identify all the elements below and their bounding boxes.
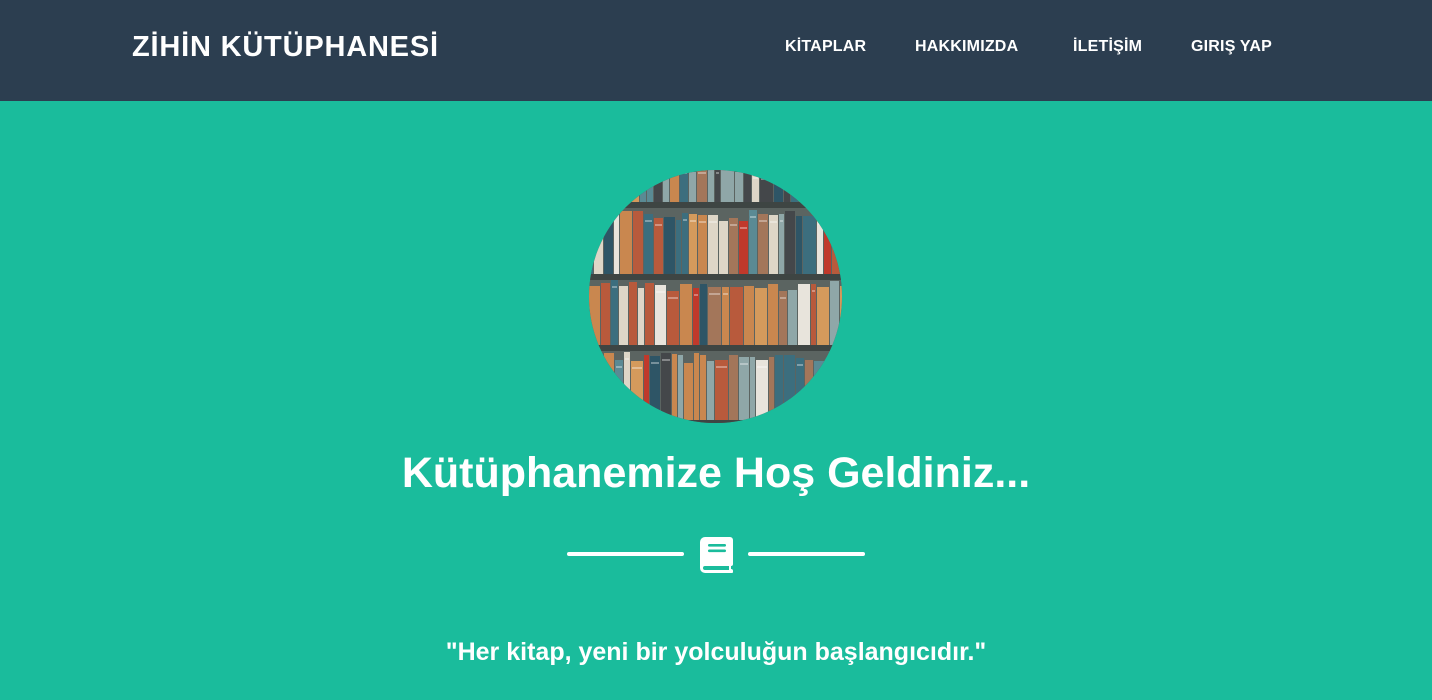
- quote-text: "Her kitap, yeni bir yolculuğun başlangı…: [445, 638, 987, 666]
- bookshelf-avatar-image: [589, 170, 842, 423]
- book-icon: [700, 537, 733, 573]
- divider-line-right: [748, 552, 865, 556]
- bookshelf-illustration: [589, 170, 842, 423]
- nav-link-iletisim[interactable]: İLETİŞİM: [1073, 36, 1142, 58]
- welcome-heading: Kütüphanemize Hoş Geldiniz...: [401, 449, 1031, 497]
- nav-link-giris-yap[interactable]: GIRIŞ YAP: [1191, 36, 1272, 58]
- nav-link-hakkimizda[interactable]: HAKKIMIZDA: [915, 36, 1018, 58]
- nav-link-kitaplar[interactable]: KİTAPLAR: [785, 36, 866, 58]
- divider-line-left: [567, 552, 684, 556]
- nav-links: KİTAPLAR HAKKIMIZDA İLETİŞİM GIRIŞ YAP: [0, 36, 1432, 60]
- masthead: Kütüphanemize Hoş Geldiniz... "Her kitap…: [0, 101, 1432, 700]
- navbar: ZİHİN KÜTÜPHANESİ KİTAPLAR HAKKIMIZDA İL…: [0, 0, 1432, 101]
- icon-divider: [566, 536, 866, 576]
